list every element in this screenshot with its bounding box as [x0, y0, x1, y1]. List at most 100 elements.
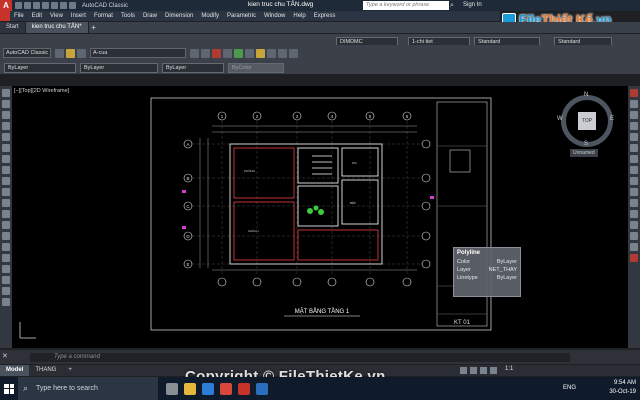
- layer-match-icon[interactable]: [223, 48, 232, 58]
- menu-file[interactable]: File: [10, 13, 28, 19]
- copy-icon[interactable]: [630, 100, 638, 108]
- point-icon[interactable]: [2, 232, 10, 240]
- search-input[interactable]: Type a keyword or phrase: [363, 1, 449, 10]
- ellipse-arc-icon[interactable]: [2, 199, 10, 207]
- lineweight-select[interactable]: ByLayer: [162, 63, 224, 73]
- grid-toggle-icon[interactable]: [460, 367, 467, 374]
- menu-parametric[interactable]: Parametric: [223, 13, 260, 19]
- word-icon[interactable]: [256, 382, 268, 395]
- viewcube[interactable]: TOP N S W E: [557, 92, 614, 147]
- taskbar-search-input[interactable]: Type here to search: [18, 377, 158, 400]
- viewport-controls[interactable]: [−][Top][2D Wireframe]: [14, 88, 69, 94]
- region-icon[interactable]: [2, 265, 10, 273]
- snap-toggle-icon[interactable]: [470, 367, 477, 374]
- mirror-icon[interactable]: [630, 111, 638, 119]
- ellipse-icon[interactable]: [2, 188, 10, 196]
- qp-row[interactable]: Linetype ByLayer: [454, 274, 520, 282]
- menu-draw[interactable]: Draw: [139, 13, 161, 19]
- save-icon[interactable]: [33, 2, 40, 9]
- open-icon[interactable]: [24, 2, 31, 9]
- rectangle-icon[interactable]: [2, 133, 10, 141]
- delete-layer-icon[interactable]: [212, 48, 221, 58]
- redo-icon[interactable]: [69, 2, 76, 9]
- layer-freeze-icon[interactable]: [267, 48, 276, 58]
- viewcube-north[interactable]: N: [584, 92, 588, 98]
- layer-walk-icon[interactable]: [245, 48, 254, 58]
- polygon-icon[interactable]: [2, 122, 10, 130]
- color-select[interactable]: ByLayer: [4, 63, 76, 73]
- drawing-canvas[interactable]: [−][Top][2D Wireframe] KT 01 1 2 3 4 5 6…: [12, 86, 628, 348]
- layer-select[interactable]: A-cua: [90, 48, 186, 58]
- fillet-icon[interactable]: [630, 243, 638, 251]
- app-logo-icon[interactable]: A: [0, 0, 12, 11]
- layer-properties-icon[interactable]: [55, 48, 64, 58]
- gradient-icon[interactable]: [2, 254, 10, 262]
- join-icon[interactable]: [630, 221, 638, 229]
- menu-modify[interactable]: Modify: [197, 13, 223, 19]
- hatch-icon[interactable]: [2, 243, 10, 251]
- stretch-icon[interactable]: [630, 177, 638, 185]
- viewcube-south[interactable]: S: [584, 141, 588, 147]
- trim-icon[interactable]: [630, 188, 638, 196]
- make-block-icon[interactable]: [2, 221, 10, 229]
- revcloud-icon[interactable]: [2, 166, 10, 174]
- layer-state-icon[interactable]: [66, 48, 75, 58]
- table-icon[interactable]: [2, 276, 10, 284]
- autocad-icon[interactable]: [238, 382, 250, 395]
- tab-drawing[interactable]: kien truc chu TẤN*: [25, 22, 89, 33]
- make-current-icon[interactable]: [190, 48, 199, 58]
- add-tab-icon[interactable]: +: [89, 22, 99, 33]
- add-selected-icon[interactable]: [2, 298, 10, 306]
- layer-lock-icon[interactable]: [256, 48, 265, 58]
- layer-previous-icon[interactable]: [201, 48, 210, 58]
- arc-icon[interactable]: [2, 144, 10, 152]
- layer-merge-icon[interactable]: [278, 48, 287, 58]
- tab-layout-thang[interactable]: THANG: [29, 365, 62, 376]
- viewcube-top[interactable]: TOP: [578, 112, 596, 130]
- rotate-icon[interactable]: [630, 155, 638, 163]
- menu-express[interactable]: Express: [310, 13, 340, 19]
- chrome-icon[interactable]: [220, 382, 232, 395]
- add-layout-icon[interactable]: +: [62, 365, 78, 376]
- wcs-menu[interactable]: Unnamed: [570, 149, 598, 157]
- mtext-icon[interactable]: [2, 287, 10, 295]
- line-icon[interactable]: [2, 89, 10, 97]
- erase-icon[interactable]: [630, 89, 638, 97]
- menu-view[interactable]: View: [46, 13, 67, 19]
- tab-start[interactable]: Start: [0, 22, 26, 33]
- break-icon[interactable]: [630, 210, 638, 218]
- menu-dimension[interactable]: Dimension: [161, 13, 197, 19]
- menu-tools[interactable]: Tools: [117, 13, 139, 19]
- edge-icon[interactable]: [202, 382, 214, 395]
- extend-icon[interactable]: [630, 199, 638, 207]
- menu-insert[interactable]: Insert: [67, 13, 90, 19]
- linetype-select[interactable]: ByLayer: [80, 63, 158, 73]
- qp-row[interactable]: Layer NET_THAY: [454, 266, 520, 274]
- circle-icon[interactable]: [2, 155, 10, 163]
- search-icon[interactable]: ⌕: [450, 1, 459, 10]
- workspace-name[interactable]: AutoCAD Classic: [82, 3, 128, 9]
- tab-model[interactable]: Model: [0, 365, 30, 376]
- polar-toggle-icon[interactable]: [490, 367, 497, 374]
- offset-icon[interactable]: [630, 122, 638, 130]
- command-input[interactable]: Type a command: [30, 353, 570, 362]
- new-icon[interactable]: [15, 2, 22, 9]
- start-button[interactable]: [0, 377, 18, 400]
- ortho-toggle-icon[interactable]: [480, 367, 487, 374]
- menu-app-icon[interactable]: [0, 11, 10, 21]
- close-icon[interactable]: ✕: [2, 352, 8, 360]
- viewcube-east[interactable]: E: [610, 116, 614, 122]
- system-clock[interactable]: 9:54 AM 30-Oct-19: [609, 379, 636, 397]
- language-indicator[interactable]: ENG: [563, 385, 576, 391]
- save-as-icon[interactable]: [42, 2, 49, 9]
- task-view-icon[interactable]: [166, 382, 178, 395]
- polyline-icon[interactable]: [2, 111, 10, 119]
- file-explorer-icon[interactable]: [184, 382, 196, 395]
- viewcube-west[interactable]: W: [557, 116, 563, 122]
- array-icon[interactable]: [630, 133, 638, 141]
- scale-icon[interactable]: [630, 166, 638, 174]
- plotstyle-select[interactable]: ByColor: [228, 63, 284, 73]
- insert-block-icon[interactable]: [2, 210, 10, 218]
- layer-iso-icon[interactable]: [234, 48, 243, 58]
- move-icon[interactable]: [630, 144, 638, 152]
